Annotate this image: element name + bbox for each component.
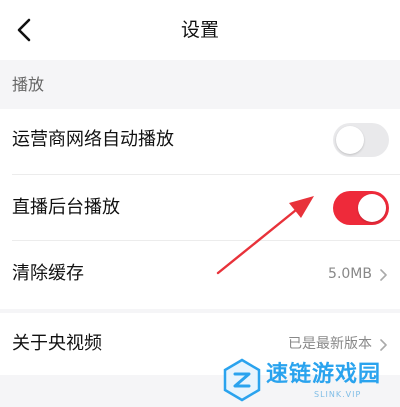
watermark-logo-icon (222, 358, 262, 402)
playback-settings-card: 运营商网络自动播放 直播后台播放 清除缓存 5.0MB (0, 109, 400, 309)
live-background-toggle[interactable] (333, 191, 389, 225)
version-status-value: 已是最新版本 (288, 336, 372, 352)
nav-bar: 设置 (0, 0, 400, 60)
setting-label: 清除缓存 (12, 263, 84, 284)
setting-label: 直播后台播放 (12, 197, 120, 218)
setting-label: 关于央视频 (12, 333, 102, 354)
section-label-playback: 播放 (12, 75, 45, 94)
watermark: 速链游戏园 SLINK.VIP (222, 356, 396, 406)
watermark-subtext: SLINK.VIP (314, 390, 362, 399)
cache-size-value: 5.0MB (328, 266, 372, 282)
carrier-autoplay-toggle[interactable] (333, 123, 389, 157)
toggle-knob (336, 126, 364, 154)
setting-row-carrier-autoplay: 运营商网络自动播放 (0, 109, 400, 175)
chevron-right-icon (378, 337, 388, 351)
setting-row-live-background: 直播后台播放 (0, 175, 400, 241)
page-title: 设置 (180, 19, 219, 41)
setting-row-clear-cache[interactable]: 清除缓存 5.0MB (0, 241, 400, 309)
chevron-right-icon (378, 267, 388, 281)
watermark-text: 速链游戏园 (266, 362, 382, 387)
toggle-knob (358, 194, 386, 222)
settings-screen: 设置 播放 运营商网络自动播放 直播后台播放 清除缓存 5.0MB 关于央视频 … (0, 0, 400, 407)
setting-label: 运营商网络自动播放 (12, 129, 174, 150)
